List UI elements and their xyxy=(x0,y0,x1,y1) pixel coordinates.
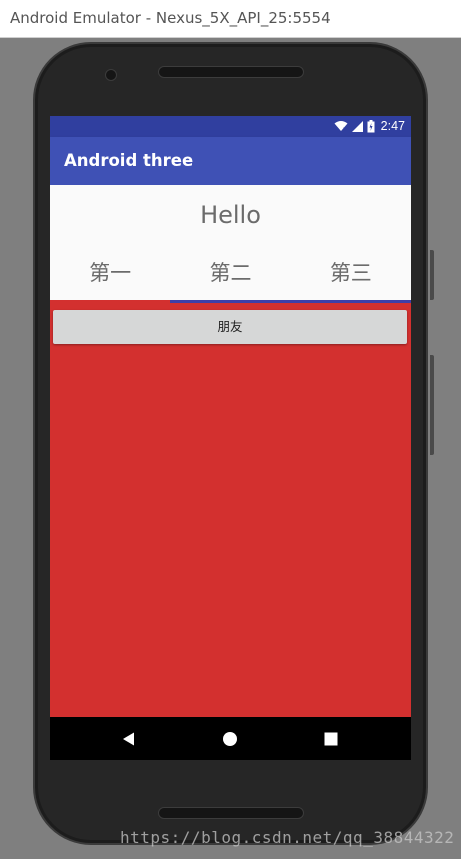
top-speaker-grille xyxy=(158,66,304,78)
header-area: Hello 第一 第二 第三 xyxy=(50,185,411,302)
window-title: Android Emulator - Nexus_5X_API_25:5554 xyxy=(10,9,331,27)
app-bar: Android three xyxy=(50,137,411,185)
battery-icon xyxy=(367,119,375,132)
emulator-window: Android Emulator - Nexus_5X_API_25:5554 … xyxy=(0,0,461,859)
tab-bar: 第一 第二 第三 xyxy=(50,252,411,298)
tab-first[interactable]: 第一 xyxy=(50,252,170,298)
front-camera xyxy=(105,69,117,81)
watermark: https://blog.csdn.net/qq_38844322 xyxy=(120,828,455,847)
navigation-bar xyxy=(50,717,411,760)
friend-button[interactable]: 朋友 xyxy=(53,310,407,344)
window-titlebar[interactable]: Android Emulator - Nexus_5X_API_25:5554 xyxy=(0,0,461,38)
app-title: Android three xyxy=(64,151,194,170)
tab-divider-left xyxy=(50,300,170,303)
tab-third[interactable]: 第三 xyxy=(291,252,411,298)
recents-icon[interactable] xyxy=(321,729,341,749)
tab-indicator xyxy=(170,300,411,303)
power-button[interactable] xyxy=(430,250,434,300)
tab-second[interactable]: 第二 xyxy=(170,252,290,298)
phone-screen: x 2:47 Android three Hello 第一 第二 第三 朋友 xyxy=(50,116,411,760)
volume-button[interactable] xyxy=(430,355,434,455)
back-icon[interactable] xyxy=(119,729,139,749)
signal-icon xyxy=(351,120,363,132)
bottom-speaker-grille xyxy=(158,807,304,819)
home-icon[interactable] xyxy=(220,729,240,749)
status-time: 2:47 xyxy=(380,119,405,133)
svg-text:x: x xyxy=(343,126,347,132)
hello-text: Hello xyxy=(200,201,261,229)
wifi-icon: x xyxy=(334,121,348,132)
status-bar: x 2:47 xyxy=(50,116,411,137)
